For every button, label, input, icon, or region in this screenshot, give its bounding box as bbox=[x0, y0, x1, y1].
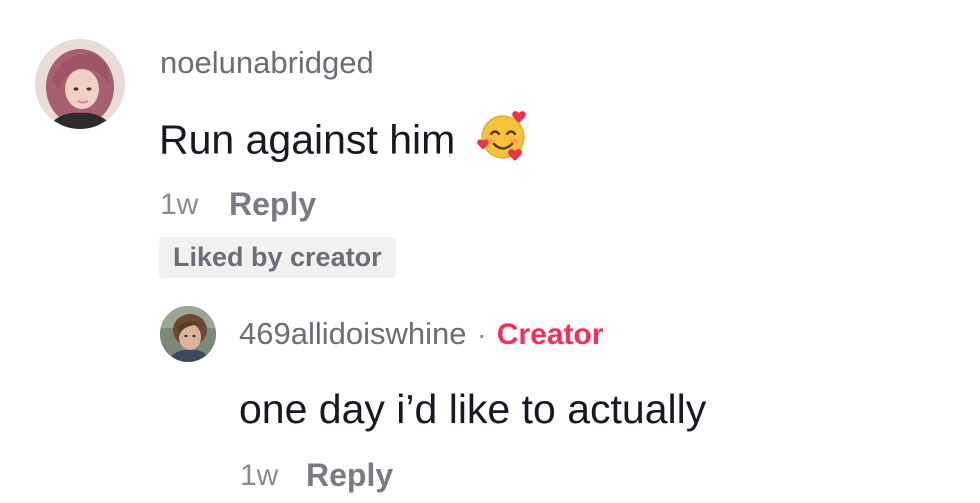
avatar-noelunabridged[interactable] bbox=[35, 39, 125, 129]
comment-text: Run against him bbox=[159, 111, 531, 170]
comment-username[interactable]: noelunabridged bbox=[160, 47, 374, 78]
user-photo-noelunabridged bbox=[35, 39, 125, 129]
user-photo-469allidoiswhine bbox=[160, 306, 216, 362]
reply-text: one day i’d like to actually bbox=[239, 386, 707, 432]
comment-body: Run against him bbox=[159, 116, 456, 163]
liked-by-creator-badge: Liked by creator bbox=[159, 237, 396, 278]
avatar-469allidoiswhine[interactable] bbox=[160, 306, 216, 362]
smiling-face-with-hearts-icon bbox=[467, 111, 531, 170]
separator-dot: · bbox=[476, 319, 487, 350]
comment-reply-button[interactable]: Reply bbox=[229, 188, 316, 220]
reply-reply-button[interactable]: Reply bbox=[306, 459, 393, 491]
comment-timestamp: 1w bbox=[160, 188, 199, 221]
reply-timestamp: 1w bbox=[240, 459, 279, 492]
reply-username[interactable]: 469allidoiswhine bbox=[239, 316, 467, 351]
reply-header: 469allidoiswhine · Creator bbox=[239, 318, 603, 350]
creator-label: Creator bbox=[496, 318, 604, 351]
